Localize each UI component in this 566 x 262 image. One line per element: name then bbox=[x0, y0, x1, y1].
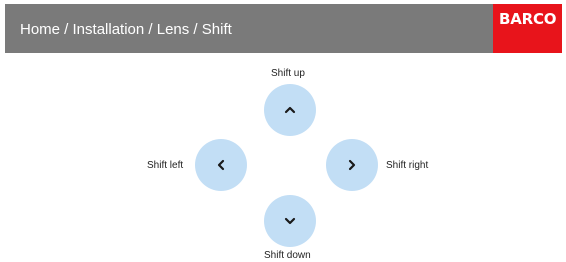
chevron-up-icon bbox=[284, 106, 296, 114]
chevron-left-icon bbox=[217, 159, 225, 171]
logo-text: BARCO bbox=[499, 10, 557, 28]
chevron-right-icon bbox=[348, 159, 356, 171]
chevron-down-icon bbox=[284, 217, 296, 225]
header-bar: Home / Installation / Lens / Shift BARCO bbox=[5, 4, 562, 53]
shift-left-button[interactable] bbox=[195, 139, 247, 191]
barco-logo: BARCO bbox=[493, 4, 562, 53]
shift-down-label: Shift down bbox=[264, 250, 311, 261]
shift-down-button[interactable] bbox=[264, 195, 316, 247]
shift-up-button[interactable] bbox=[264, 84, 316, 136]
shift-up-label: Shift up bbox=[271, 68, 305, 79]
shift-right-label: Shift right bbox=[386, 160, 429, 171]
breadcrumb: Home / Installation / Lens / Shift bbox=[20, 21, 232, 38]
shift-left-label: Shift left bbox=[147, 160, 184, 171]
shift-right-button[interactable] bbox=[326, 139, 378, 191]
